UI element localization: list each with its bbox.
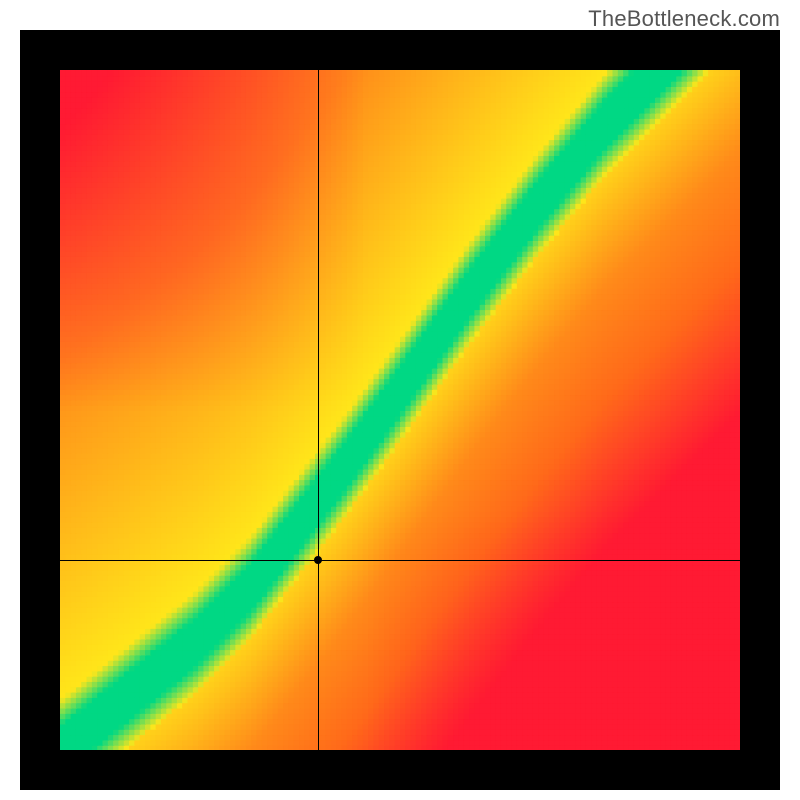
heatmap-canvas [60,70,740,750]
watermark-text: TheBottleneck.com [588,6,780,32]
plot-area [60,70,740,750]
crosshair-vertical [318,70,319,750]
crosshair-horizontal [60,560,740,561]
plot-outer-frame [20,30,780,790]
marker-dot [314,556,322,564]
chart-container: TheBottleneck.com [0,0,800,800]
